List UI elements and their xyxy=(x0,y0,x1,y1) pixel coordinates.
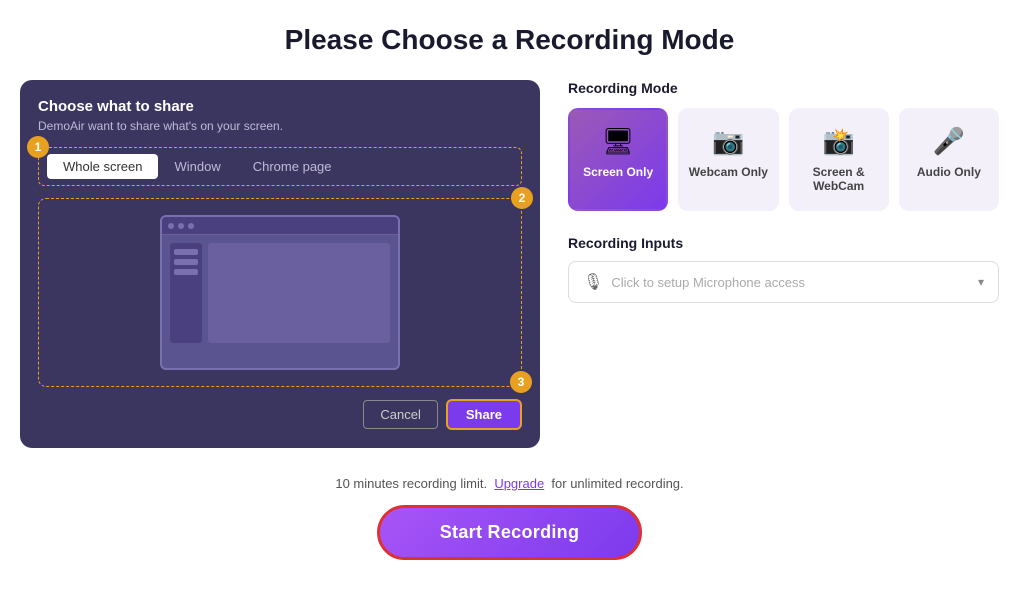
audio-only-icon: 🎤 xyxy=(933,126,965,157)
right-panel: Recording Mode 🖥 Screen Only 📷 Webcam On… xyxy=(568,80,999,303)
sidebar-line xyxy=(174,249,198,255)
recording-mode-label: Recording Mode xyxy=(568,80,999,96)
microphone-select[interactable]: 🎙 Click to setup Microphone access ▾ xyxy=(568,261,999,303)
tabs-row: 1 Whole screen Window Chrome page xyxy=(38,147,522,186)
screen-share-panel: Choose what to share DemoAir want to sha… xyxy=(20,80,540,448)
mode-webcam-only[interactable]: 📷 Webcam Only xyxy=(678,108,778,211)
step-badge-1: 1 xyxy=(27,136,49,158)
upgrade-link[interactable]: Upgrade xyxy=(494,476,544,491)
webcam-only-label: Webcam Only xyxy=(689,165,768,179)
tab-whole-screen[interactable]: Whole screen xyxy=(47,154,158,179)
mockup-content xyxy=(208,243,390,343)
sidebar-line xyxy=(174,269,198,275)
screen-only-label: Screen Only xyxy=(583,165,653,179)
mockup-body xyxy=(162,235,398,351)
mockup-dot xyxy=(168,223,174,229)
mode-audio-only[interactable]: 🎤 Audio Only xyxy=(899,108,999,211)
mockup-dot xyxy=(188,223,194,229)
mode-screen-only[interactable]: 🖥 Screen Only xyxy=(568,108,668,211)
panel-footer: 3 Cancel Share xyxy=(38,399,522,430)
microphone-placeholder: Click to setup Microphone access xyxy=(611,275,970,290)
screen-only-icon: 🖥 xyxy=(602,126,635,157)
limit-text-before: 10 minutes recording limit. xyxy=(335,476,487,491)
sidebar-line xyxy=(174,259,198,265)
tab-chrome-page[interactable]: Chrome page xyxy=(237,154,348,179)
mockup-topbar xyxy=(162,217,398,235)
mockup-dot xyxy=(178,223,184,229)
cancel-button[interactable]: Cancel xyxy=(363,400,437,429)
tab-window[interactable]: Window xyxy=(158,154,236,179)
screen-preview-area: 2 xyxy=(38,198,522,387)
panel-title: Choose what to share xyxy=(38,98,522,115)
mockup-sidebar xyxy=(170,243,202,343)
limit-text-after: for unlimited recording. xyxy=(551,476,683,491)
chevron-down-icon: ▾ xyxy=(978,275,984,289)
panel-subtitle: DemoAir want to share what's on your scr… xyxy=(38,119,522,133)
microphone-icon: 🎙 xyxy=(583,272,603,292)
main-content: Choose what to share DemoAir want to sha… xyxy=(20,80,999,448)
limit-text: 10 minutes recording limit. Upgrade for … xyxy=(20,476,999,491)
screen-webcam-icon: 📸 xyxy=(822,126,854,157)
share-button[interactable]: Share xyxy=(446,399,522,430)
screen-mockup xyxy=(160,215,400,370)
screen-webcam-label: Screen & WebCam xyxy=(799,165,879,193)
mode-screen-webcam[interactable]: 📸 Screen & WebCam xyxy=(789,108,889,211)
webcam-only-icon: 📷 xyxy=(712,126,744,157)
start-recording-button[interactable]: Start Recording xyxy=(377,505,643,560)
audio-only-label: Audio Only xyxy=(917,165,981,179)
page-title: Please Choose a Recording Mode xyxy=(285,24,735,56)
bottom-section: 10 minutes recording limit. Upgrade for … xyxy=(20,476,999,560)
step-badge-3: 3 xyxy=(510,371,532,393)
recording-modes: 🖥 Screen Only 📷 Webcam Only 📸 Screen & W… xyxy=(568,108,999,211)
step-badge-2: 2 xyxy=(511,187,533,209)
recording-inputs-label: Recording Inputs xyxy=(568,235,999,251)
